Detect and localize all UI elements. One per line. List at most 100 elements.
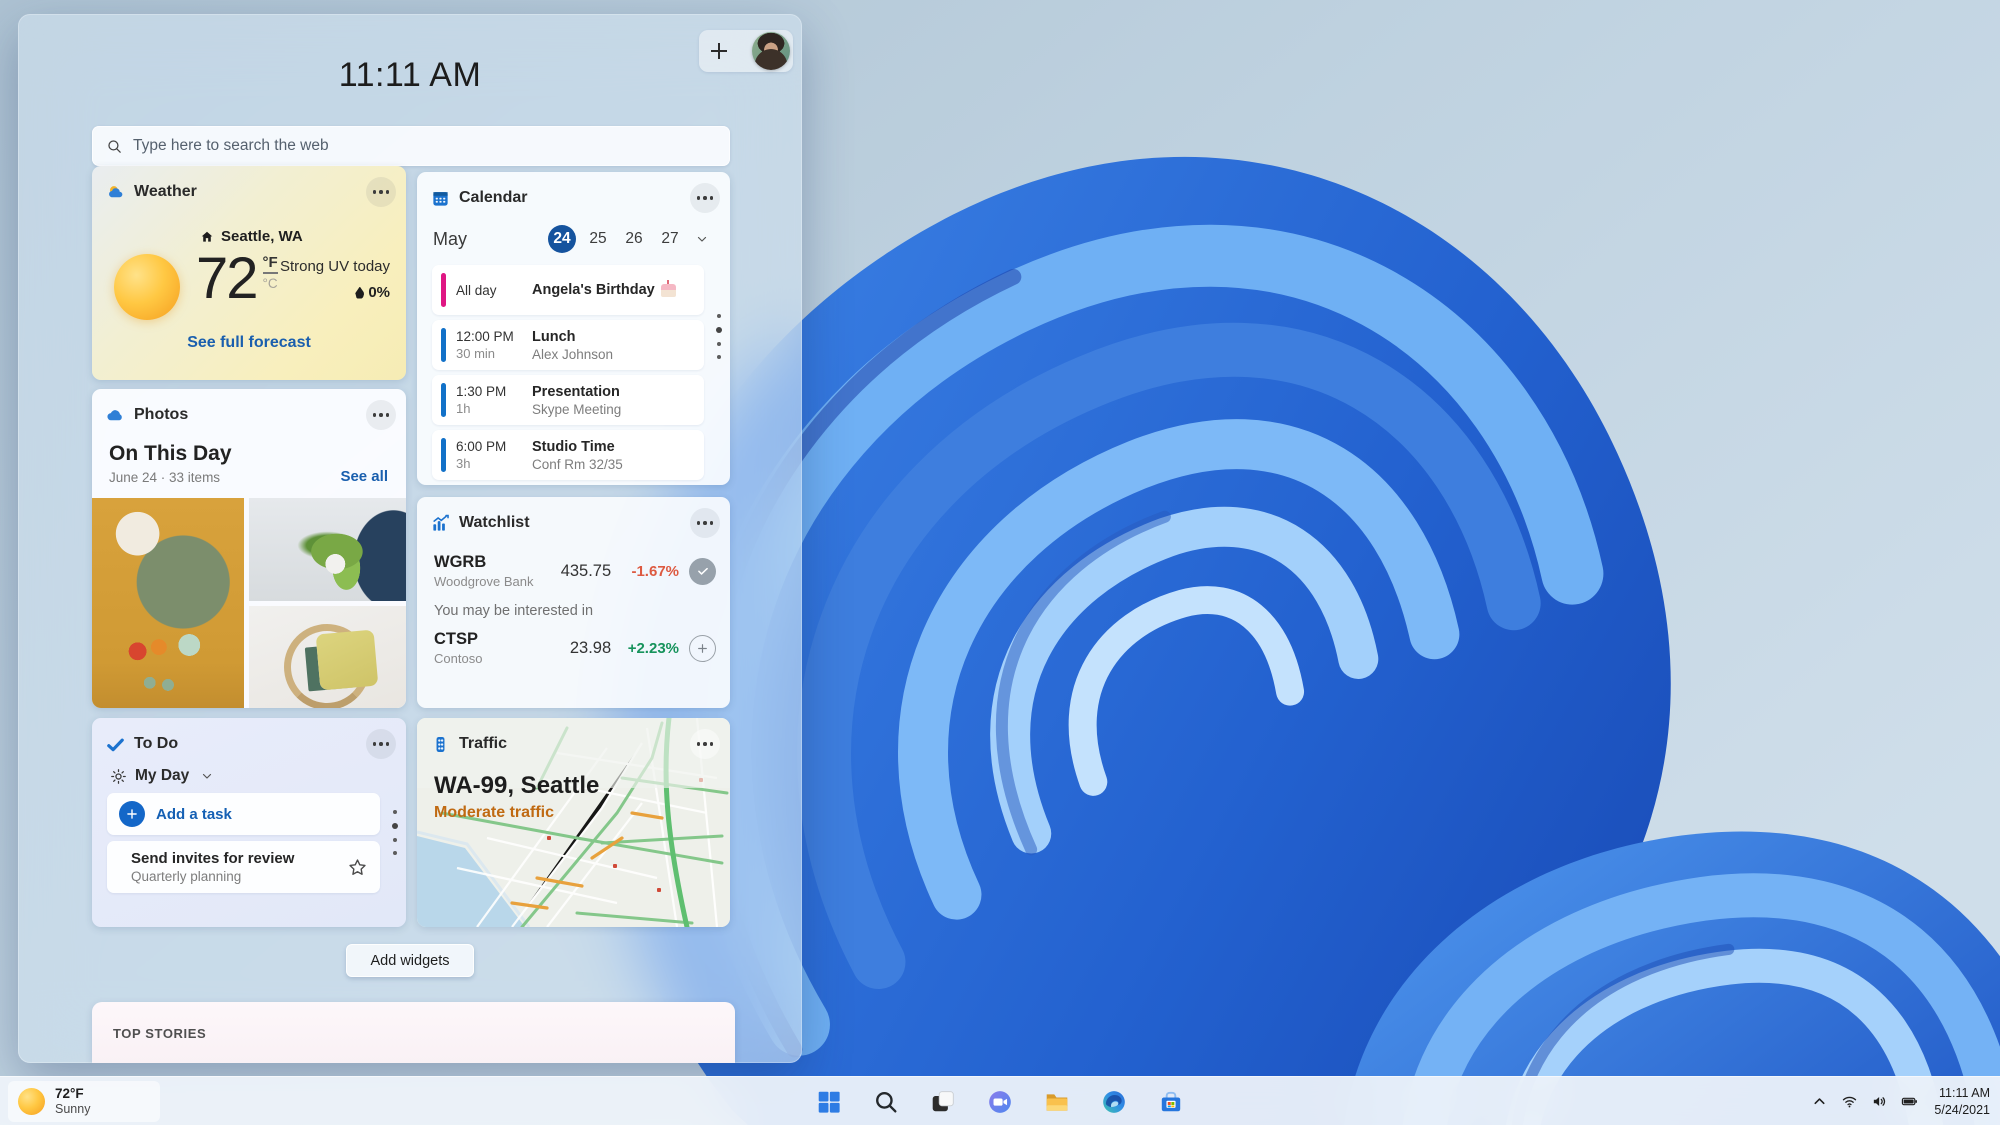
my-day-selector[interactable]: My Day <box>92 765 406 793</box>
photos-heading: On This Day <box>109 442 232 465</box>
photos-more-options-button[interactable] <box>366 400 396 430</box>
calendar-month: May <box>433 228 468 249</box>
todo-widget[interactable]: To Do My Day Add a task Send invites for… <box>92 718 406 927</box>
taskbar-weather-temp: 72°F <box>55 1085 84 1101</box>
watchlist-more-options-button[interactable] <box>690 508 720 538</box>
weather-title: Weather <box>134 183 197 200</box>
photos-cloud-icon <box>107 409 122 420</box>
calendar-date-24[interactable]: 24 <box>548 225 576 253</box>
widgets-grid: Weather Seattle, WA 72 °F °C Strong UV t… <box>92 166 730 927</box>
watchlist-suggestion-label: You may be interested in <box>434 603 594 619</box>
unit-fahrenheit-toggle[interactable]: °F <box>262 254 278 274</box>
photo-thumbnail-plant[interactable] <box>249 498 406 601</box>
see-full-forecast-link[interactable]: See full forecast <box>92 334 406 352</box>
stocks-chart-icon <box>433 514 449 531</box>
traffic-route-heading: WA-99, Seattle <box>434 772 600 799</box>
panel-clock: 11:11 AM <box>338 56 482 94</box>
event-title: Angela's Birthday <box>532 282 655 298</box>
see-all-link[interactable]: See all <box>340 468 388 485</box>
top-stories-card[interactable]: TOP STORIES <box>92 1002 735 1063</box>
event-subtitle: Skype Meeting <box>532 401 622 417</box>
tray-chevron-up-icon[interactable] <box>1806 1086 1832 1118</box>
calendar-date-25[interactable]: 25 <box>584 225 612 253</box>
sun-icon <box>114 254 180 320</box>
task-row[interactable]: Send invites for review Quarterly planni… <box>107 841 380 893</box>
calendar-event-presentation[interactable]: 1:30 PM 1h Presentation Skype Meeting <box>432 375 704 425</box>
task-view-button[interactable] <box>924 1082 962 1122</box>
windows-start-icon <box>818 1091 840 1113</box>
top-stories-label: TOP STORIES <box>113 1026 207 1041</box>
calendar-date-26[interactable]: 26 <box>620 225 648 253</box>
add-task-label: Add a task <box>156 805 232 823</box>
watchlist-widget[interactable]: Watchlist WGRB Woodgrove Bank 435.75 -1.… <box>417 497 730 708</box>
calendar-date-27[interactable]: 27 <box>656 225 684 253</box>
photo-thumbnail-chair[interactable] <box>249 605 406 708</box>
chat-button[interactable] <box>981 1082 1019 1122</box>
my-day-sun-icon <box>111 768 126 784</box>
taskbar-weather-chip[interactable]: 72°F Sunny <box>8 1081 160 1122</box>
traffic-more-options-button[interactable] <box>690 729 720 759</box>
event-subtitle: Alex Johnson <box>532 346 614 362</box>
volume-icon[interactable] <box>1866 1086 1892 1118</box>
calendar-expand-chevron-down-icon[interactable] <box>696 233 708 245</box>
account-pill <box>699 30 793 72</box>
weather-precipitation: 0% <box>368 284 390 301</box>
microsoft-store-button[interactable] <box>1152 1082 1190 1122</box>
edge-button[interactable] <box>1095 1082 1133 1122</box>
wifi-icon[interactable] <box>1836 1086 1862 1118</box>
weather-cloud-icon <box>109 185 123 197</box>
stock-ticker: WGRB <box>434 553 487 571</box>
task-subtitle: Quarterly planning <box>131 869 242 884</box>
calendar-event-birthday[interactable]: All day Angela's Birthday <box>432 265 704 315</box>
traffic-light-icon <box>436 736 445 752</box>
task-view-icon <box>932 1090 954 1111</box>
system-tray: 11:11 AM 5/24/2021 <box>1806 1077 1990 1125</box>
calendar-more-options-button[interactable] <box>690 183 720 213</box>
search-button[interactable] <box>867 1082 905 1122</box>
add-task-row[interactable]: Add a task <box>107 793 380 835</box>
weather-widget[interactable]: Weather Seattle, WA 72 °F °C Strong UV t… <box>92 166 406 380</box>
stock-row-ctsp[interactable]: CTSP Contoso 23.98 +2.23% <box>417 621 730 666</box>
file-explorer-icon <box>1046 1093 1068 1111</box>
user-avatar[interactable] <box>752 32 790 70</box>
todo-more-options-button[interactable] <box>366 729 396 759</box>
stock-add-plus-icon[interactable] <box>689 634 716 662</box>
stock-change: -1.67% <box>631 562 679 580</box>
photo-thumbnail-teapot[interactable] <box>92 498 244 708</box>
weather-location: Seattle, WA <box>221 228 303 245</box>
traffic-status: Moderate traffic <box>434 804 555 821</box>
stock-row-wgrb[interactable]: WGRB Woodgrove Bank 435.75 -1.67% <box>417 544 730 589</box>
taskbar-search-icon <box>876 1091 897 1113</box>
calendar-event-lunch[interactable]: 12:00 PM 30 min Lunch Alex Johnson <box>432 320 704 370</box>
stock-change: +2.23% <box>627 639 679 657</box>
event-color-bar <box>441 383 446 417</box>
start-button[interactable] <box>810 1082 848 1122</box>
calendar-widget[interactable]: Calendar May 24 25 26 27 All day Angela'… <box>417 172 730 485</box>
add-widget-plus-button[interactable] <box>711 43 727 59</box>
file-explorer-button[interactable] <box>1038 1082 1076 1122</box>
event-color-bar <box>441 438 446 472</box>
weather-more-options-button[interactable] <box>366 177 396 207</box>
stock-price: 435.75 <box>560 561 612 580</box>
calendar-events-list: All day Angela's Birthday 12:00 PM 30 mi… <box>417 261 730 480</box>
my-day-label: My Day <box>135 767 190 784</box>
taskbar-clock[interactable]: 11:11 AM 5/24/2021 <box>1934 1085 1990 1119</box>
photos-widget[interactable]: Photos On This Day June 24 · 33 items Se… <box>92 389 406 708</box>
web-search-bar[interactable] <box>92 126 730 166</box>
event-duration: 30 min <box>456 346 496 361</box>
todo-carousel-dots[interactable] <box>392 810 398 855</box>
traffic-widget[interactable]: Traffic WA-99, Seattle Moderate traffic <box>417 718 730 927</box>
task-favorite-star-icon[interactable] <box>347 857 368 878</box>
search-input[interactable] <box>133 137 716 155</box>
stock-added-check-icon[interactable] <box>689 557 716 585</box>
add-widgets-button[interactable]: Add widgets <box>346 944 474 977</box>
taskbar-weather-condition: Sunny <box>55 1102 91 1117</box>
calendar-carousel-dots[interactable] <box>716 314 722 359</box>
event-time: 12:00 PM <box>456 329 514 344</box>
calendar-event-studio-time[interactable]: 6:00 PM 3h Studio Time Conf Rm 32/35 <box>432 430 704 480</box>
battery-icon[interactable] <box>1896 1086 1922 1118</box>
unit-celsius-toggle[interactable]: °C <box>263 276 278 291</box>
taskbar-time: 11:11 AM <box>1939 1085 1990 1100</box>
event-time: All day <box>456 282 497 298</box>
weather-location-row: Seattle, WA <box>200 228 303 245</box>
